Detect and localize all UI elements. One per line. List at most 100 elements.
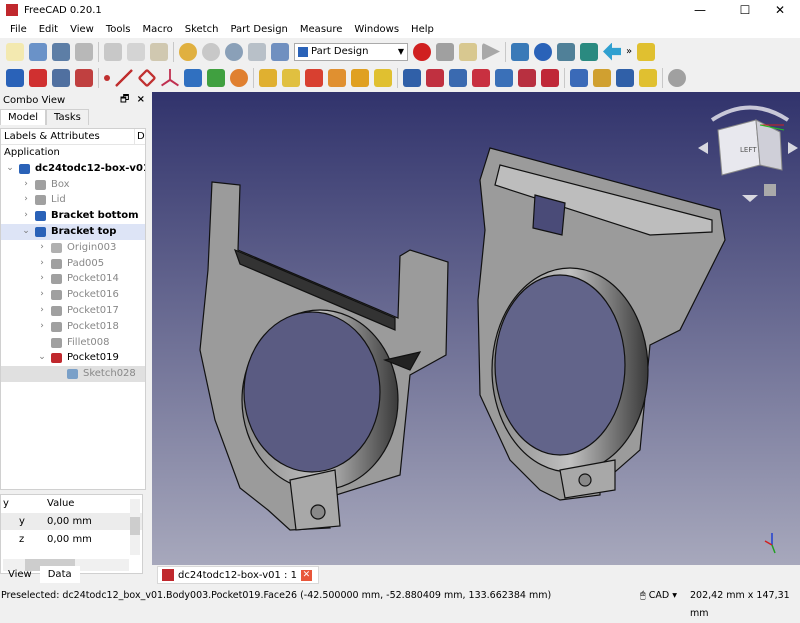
- float-panel-icon[interactable]: 🗗: [120, 94, 129, 105]
- 3d-model-view[interactable]: LEFT: [152, 92, 800, 565]
- property-row-z[interactable]: z 0,00 mm: [1, 531, 142, 549]
- navcube-right-arrow-icon[interactable]: [788, 142, 798, 154]
- rotate-arrow-icon[interactable]: [710, 105, 790, 122]
- close-tab-icon[interactable]: ✕: [300, 569, 312, 581]
- datum-line-icon[interactable]: [115, 68, 133, 87]
- expand-icon[interactable]: ›: [37, 256, 47, 272]
- tree-item-lid[interactable]: › Lid: [1, 192, 145, 208]
- tree-item-pocket019[interactable]: ⌄ Pocket019: [1, 350, 145, 366]
- redo-icon[interactable]: [202, 42, 220, 61]
- copy-icon[interactable]: [127, 42, 145, 61]
- tab-tasks[interactable]: Tasks: [46, 109, 89, 125]
- expand-icon[interactable]: ›: [21, 208, 31, 224]
- close-panel-icon[interactable]: ×: [137, 94, 145, 105]
- menu-part-design[interactable]: Part Design: [224, 24, 293, 35]
- hole-icon[interactable]: [426, 68, 444, 87]
- navcube-menu-icon[interactable]: [764, 184, 776, 196]
- subtractive-pipe-icon[interactable]: [495, 68, 513, 87]
- tree-item-sketch028[interactable]: Sketch028: [1, 366, 145, 382]
- 3d-viewport[interactable]: LEFT: [152, 92, 800, 565]
- maximize-button[interactable]: ☐: [725, 0, 765, 20]
- tree-item-pocket014[interactable]: › Pocket014: [1, 271, 145, 287]
- linear-pattern-icon[interactable]: [593, 68, 611, 87]
- refresh-check-icon[interactable]: [225, 42, 243, 61]
- vertical-scrollbar[interactable]: [130, 499, 140, 555]
- print-icon[interactable]: [75, 42, 93, 61]
- save-icon[interactable]: [52, 42, 70, 61]
- close-button[interactable]: ✕: [760, 0, 800, 20]
- subshape-binder-icon[interactable]: [207, 68, 225, 87]
- workbench-selector[interactable]: Part Design ▼: [294, 42, 408, 61]
- subtractive-primitive-icon[interactable]: [541, 68, 559, 87]
- clone-icon[interactable]: [230, 68, 248, 87]
- collapse-icon[interactable]: ⌄: [21, 224, 31, 240]
- bracket-right[interactable]: [477, 147, 726, 501]
- open-file-icon[interactable]: [29, 42, 47, 61]
- tab-data[interactable]: Data: [39, 566, 80, 583]
- menu-tools[interactable]: Tools: [100, 24, 137, 35]
- shape-binder-icon[interactable]: [184, 68, 202, 87]
- edit-macro-icon[interactable]: [459, 42, 477, 61]
- local-cs-icon[interactable]: [161, 68, 179, 87]
- tree-item-bracket-bottom[interactable]: › Bracket bottom: [1, 208, 145, 224]
- property-row-y[interactable]: y 0,00 mm: [1, 513, 142, 531]
- tab-view[interactable]: View: [0, 566, 40, 583]
- expand-icon[interactable]: ›: [21, 192, 31, 208]
- pocket-icon[interactable]: [403, 68, 421, 87]
- fit-all-icon[interactable]: [511, 42, 529, 61]
- additive-pipe-icon[interactable]: [328, 68, 346, 87]
- undo-icon[interactable]: [179, 42, 197, 61]
- validate-sketch-icon[interactable]: [75, 68, 93, 87]
- tree-item-box[interactable]: › Box: [1, 177, 145, 193]
- menu-windows[interactable]: Windows: [348, 24, 405, 35]
- navigation-cube[interactable]: LEFT: [698, 105, 798, 203]
- sketch-icon[interactable]: [29, 68, 47, 87]
- collapse-icon[interactable]: ⌄: [37, 350, 47, 366]
- menu-sketch[interactable]: Sketch: [179, 24, 225, 35]
- zoom-icon[interactable]: [534, 42, 552, 61]
- bracket-left[interactable]: [199, 181, 449, 531]
- groove-icon[interactable]: [449, 68, 467, 87]
- minimize-button[interactable]: —: [680, 0, 720, 20]
- menu-view[interactable]: View: [64, 24, 100, 35]
- tree-item-bracket-top[interactable]: ⌄ Bracket top: [1, 223, 145, 240]
- subtractive-loft-icon[interactable]: [472, 68, 490, 87]
- attach-sketch-icon[interactable]: [52, 68, 70, 87]
- record-macro-icon[interactable]: [413, 42, 431, 61]
- expand-icon[interactable]: ›: [37, 271, 47, 287]
- additive-loft-icon[interactable]: [305, 68, 323, 87]
- revolution-icon[interactable]: [282, 68, 300, 87]
- tree-item-dc24todc12-box-v01[interactable]: ⌄ dc24todc12-box-v01: [1, 161, 145, 177]
- draw-style-icon[interactable]: [557, 42, 575, 61]
- datum-point-icon[interactable]: [104, 74, 110, 81]
- tree-item-origin003[interactable]: › Origin003: [1, 240, 145, 256]
- stop-macro-icon[interactable]: [436, 42, 454, 61]
- bounding-box-icon[interactable]: [580, 42, 598, 61]
- measure-icon[interactable]: [668, 68, 686, 87]
- mirrored-icon[interactable]: [570, 68, 588, 87]
- property-value[interactable]: 0,00 mm: [47, 513, 92, 530]
- whats-this-icon[interactable]: [271, 42, 289, 61]
- tree-item-pocket017[interactable]: › Pocket017: [1, 303, 145, 319]
- expand-icon[interactable]: ›: [21, 177, 31, 193]
- document-tab[interactable]: dc24todc12-box-v01 : 1 ✕: [157, 566, 319, 584]
- subtractive-helix-icon[interactable]: [518, 68, 536, 87]
- pad-icon[interactable]: [259, 68, 277, 87]
- navcube-left-arrow-icon[interactable]: [698, 142, 708, 154]
- expand-icon[interactable]: ›: [37, 240, 47, 256]
- additive-primitive-icon[interactable]: [374, 68, 392, 87]
- back-arrow-icon[interactable]: [603, 42, 621, 61]
- body-icon[interactable]: [6, 68, 24, 87]
- collapse-icon[interactable]: ⌄: [5, 161, 15, 177]
- datum-plane-icon[interactable]: [137, 67, 157, 88]
- menu-macro[interactable]: Macro: [136, 24, 178, 35]
- additive-helix-icon[interactable]: [351, 68, 369, 87]
- menu-measure[interactable]: Measure: [294, 24, 349, 35]
- tree-item-pocket016[interactable]: › Pocket016: [1, 287, 145, 303]
- tree-item-fillet008[interactable]: Fillet008: [1, 335, 145, 351]
- new-file-icon[interactable]: [6, 42, 24, 61]
- menu-edit[interactable]: Edit: [33, 24, 64, 35]
- multi-transform-icon[interactable]: [639, 68, 657, 87]
- navigation-style-selector[interactable]: 🖱 CAD ▾: [640, 587, 677, 605]
- menu-help[interactable]: Help: [405, 24, 440, 35]
